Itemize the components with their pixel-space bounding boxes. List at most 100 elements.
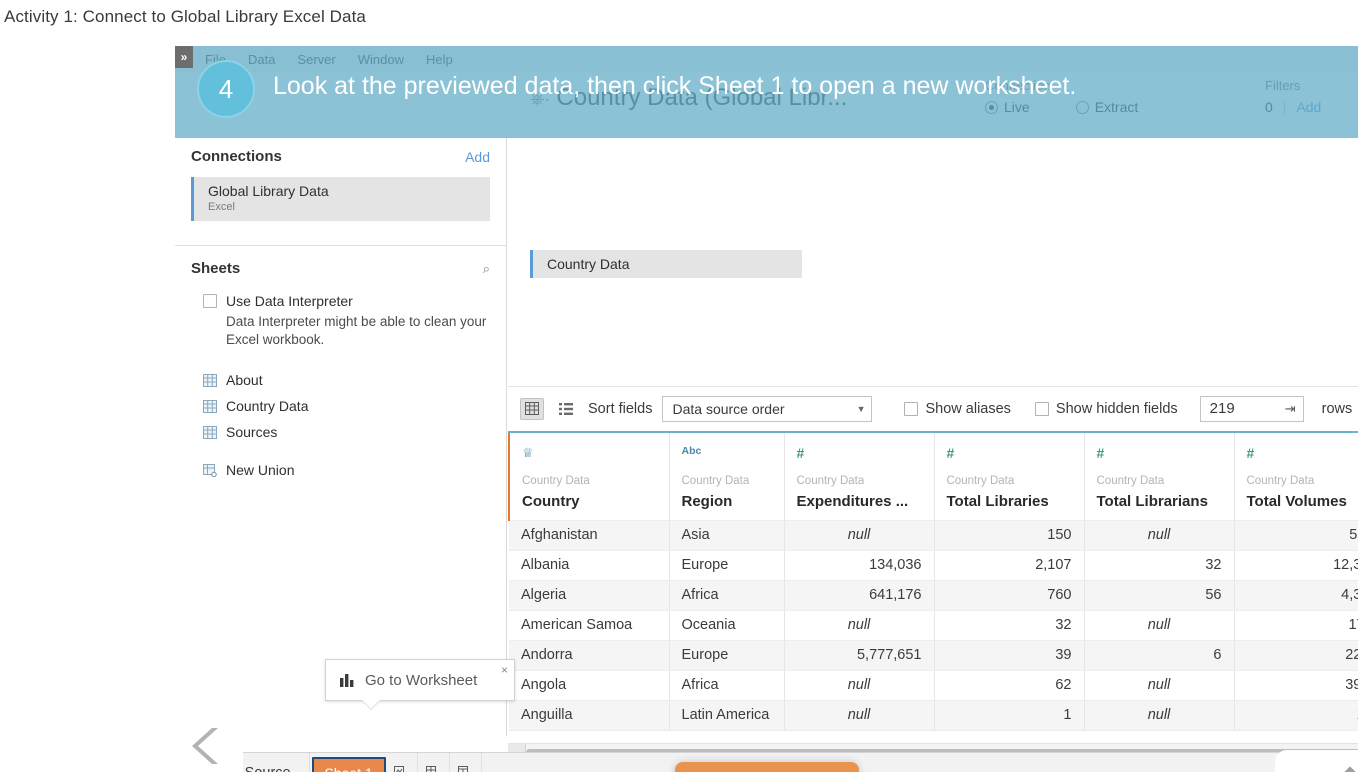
cell-expenditures: 134,036 xyxy=(784,550,934,580)
column-header-total-volumes[interactable]: # Country Data Total Volumes xyxy=(1234,432,1358,520)
table-icon xyxy=(203,374,217,387)
hint-button[interactable]: Hint xyxy=(675,762,859,772)
table-row[interactable]: Algeria Africa 641,176 760 56 4,363, xyxy=(509,580,1358,610)
sheet-list: About Country Data xyxy=(191,367,490,483)
cell-expenditures: null xyxy=(784,610,934,640)
screenshot-root: Activity 1: Connect to Global Library Ex… xyxy=(0,0,1358,772)
cell-total-volumes: 14,( xyxy=(1234,700,1358,730)
column-header-region[interactable]: Abc Country Data Region xyxy=(669,432,784,520)
connection-item-global-library-data[interactable]: Global Library Data Excel xyxy=(191,177,490,221)
data-preview-grid[interactable]: ♕ Country Data Country Abc Country Data … xyxy=(508,431,1358,743)
cell-total-libraries: 32 xyxy=(934,610,1084,640)
cell-expenditures: null xyxy=(784,700,934,730)
cell-region: Asia xyxy=(669,520,784,550)
table-icon xyxy=(203,426,217,439)
close-icon[interactable]: × xyxy=(501,663,508,677)
rows-label: rows xyxy=(1322,401,1353,417)
cell-total-librarians: 56 xyxy=(1084,580,1234,610)
cell-total-libraries: 1 xyxy=(934,700,1084,730)
go-to-worksheet-tooltip: Go to Worksheet × xyxy=(325,659,515,701)
sheet-item-label: Sources xyxy=(226,424,277,440)
use-data-interpreter-checkbox[interactable]: Use Data Interpreter xyxy=(203,293,490,309)
sheet-item-new-union[interactable]: New Union xyxy=(191,457,490,483)
sort-fields-select[interactable]: Data source order ▼ xyxy=(662,396,872,422)
sheet-item-label: About xyxy=(226,372,263,388)
new-worksheet-icon[interactable] xyxy=(386,753,418,772)
join-canvas: Country Data xyxy=(508,134,1358,386)
tooltip-label: Go to Worksheet xyxy=(365,672,477,689)
sort-fields-label: Sort fields xyxy=(588,401,652,417)
use-data-interpreter-label: Use Data Interpreter xyxy=(226,293,353,309)
cell-expenditures: 5,777,651 xyxy=(784,640,934,670)
table-row[interactable]: Anguilla Latin America null 1 null 14,( xyxy=(509,700,1358,730)
sheet-item-about[interactable]: About xyxy=(191,367,490,393)
new-dashboard-icon[interactable] xyxy=(418,753,450,772)
cell-total-librarians: 6 xyxy=(1084,640,1234,670)
previous-step-button[interactable] xyxy=(175,710,243,772)
column-name: Expenditures ... xyxy=(797,493,909,510)
sort-fields-value: Data source order xyxy=(672,401,784,417)
table-row[interactable]: Albania Europe 134,036 2,107 32 12,398, xyxy=(509,550,1358,580)
cell-country: Angola xyxy=(509,670,669,700)
checkbox-icon xyxy=(904,402,918,416)
cell-country: Algeria xyxy=(509,580,669,610)
show-hidden-fields-checkbox[interactable]: Show hidden fields xyxy=(1035,401,1178,417)
canvas-table-chip[interactable]: Country Data xyxy=(530,250,802,278)
cell-total-librarians: null xyxy=(1084,610,1234,640)
search-icon[interactable]: ⌕ xyxy=(483,261,490,277)
cell-total-volumes: 392,8 xyxy=(1234,670,1358,700)
grid-header-row: ♕ Country Data Country Abc Country Data … xyxy=(509,432,1358,520)
cell-total-libraries: 760 xyxy=(934,580,1084,610)
list-view-icon[interactable] xyxy=(554,398,578,420)
column-header-expenditures[interactable]: # Country Data Expenditures ... xyxy=(784,432,934,520)
tab-sheet-1[interactable]: Sheet 1 xyxy=(312,757,386,772)
column-header-total-libraries[interactable]: # Country Data Total Libraries xyxy=(934,432,1084,520)
show-aliases-label: Show aliases xyxy=(925,401,1010,417)
column-header-country[interactable]: ♕ Country Data Country xyxy=(509,432,669,520)
table-row[interactable]: American Samoa Oceania null 32 null 170,… xyxy=(509,610,1358,640)
grid-view-icon[interactable] xyxy=(520,398,544,420)
sheet-item-sources[interactable]: Sources xyxy=(191,419,490,445)
cell-total-libraries: 39 xyxy=(934,640,1084,670)
cell-region: Oceania xyxy=(669,610,784,640)
cell-total-libraries: 150 xyxy=(934,520,1084,550)
rows-input[interactable]: 219 ⇥ xyxy=(1200,396,1304,422)
checkmark-icon xyxy=(1294,764,1356,772)
column-source: Country Data xyxy=(682,475,750,487)
sheet-item-label: New Union xyxy=(226,462,294,478)
column-name: Total Libraries xyxy=(947,493,1049,510)
cell-country: American Samoa xyxy=(509,610,669,640)
instruction-overlay: 4 Look at the previewed data, then click… xyxy=(175,46,1358,138)
rows-stepper-icon: ⇥ xyxy=(1285,401,1296,417)
cell-total-volumes: 4,363, xyxy=(1234,580,1358,610)
sheet-item-country-data[interactable]: Country Data xyxy=(191,393,490,419)
step-number-badge: 4 xyxy=(197,60,255,118)
cell-total-volumes: 222,8 xyxy=(1234,640,1358,670)
grid-body: Afghanistan Asia null 150 null 577,: Alb… xyxy=(509,520,1358,730)
number-type-icon: # xyxy=(947,445,955,461)
connections-add-link[interactable]: Add xyxy=(465,149,490,165)
table-row[interactable]: Andorra Europe 5,777,651 39 6 222,8 xyxy=(509,640,1358,670)
number-type-icon: # xyxy=(1247,445,1255,461)
column-source: Country Data xyxy=(947,475,1015,487)
union-icon xyxy=(203,464,217,477)
confirm-step-button[interactable] xyxy=(1275,750,1358,772)
new-story-icon[interactable] xyxy=(450,753,482,772)
cell-country: Anguilla xyxy=(509,700,669,730)
column-source: Country Data xyxy=(1097,475,1165,487)
connections-section: Connections Add Global Library Data Exce… xyxy=(175,134,506,231)
show-aliases-checkbox[interactable]: Show aliases xyxy=(904,401,1010,417)
column-header-total-librarians[interactable]: # Country Data Total Librarians xyxy=(1084,432,1234,520)
instruction-text: Look at the previewed data, then click S… xyxy=(273,72,1076,101)
cell-expenditures: 641,176 xyxy=(784,580,934,610)
table-row[interactable]: Afghanistan Asia null 150 null 577,: xyxy=(509,520,1358,550)
expand-panel-button[interactable]: » xyxy=(175,46,193,68)
cell-region: Africa xyxy=(669,580,784,610)
cell-total-libraries: 62 xyxy=(934,670,1084,700)
column-source: Country Data xyxy=(1247,475,1315,487)
column-source: Country Data xyxy=(797,475,865,487)
cell-region: Africa xyxy=(669,670,784,700)
table-row[interactable]: Angola Africa null 62 null 392,8 xyxy=(509,670,1358,700)
cell-total-librarians: 32 xyxy=(1084,550,1234,580)
column-name: Total Librarians xyxy=(1097,493,1208,510)
